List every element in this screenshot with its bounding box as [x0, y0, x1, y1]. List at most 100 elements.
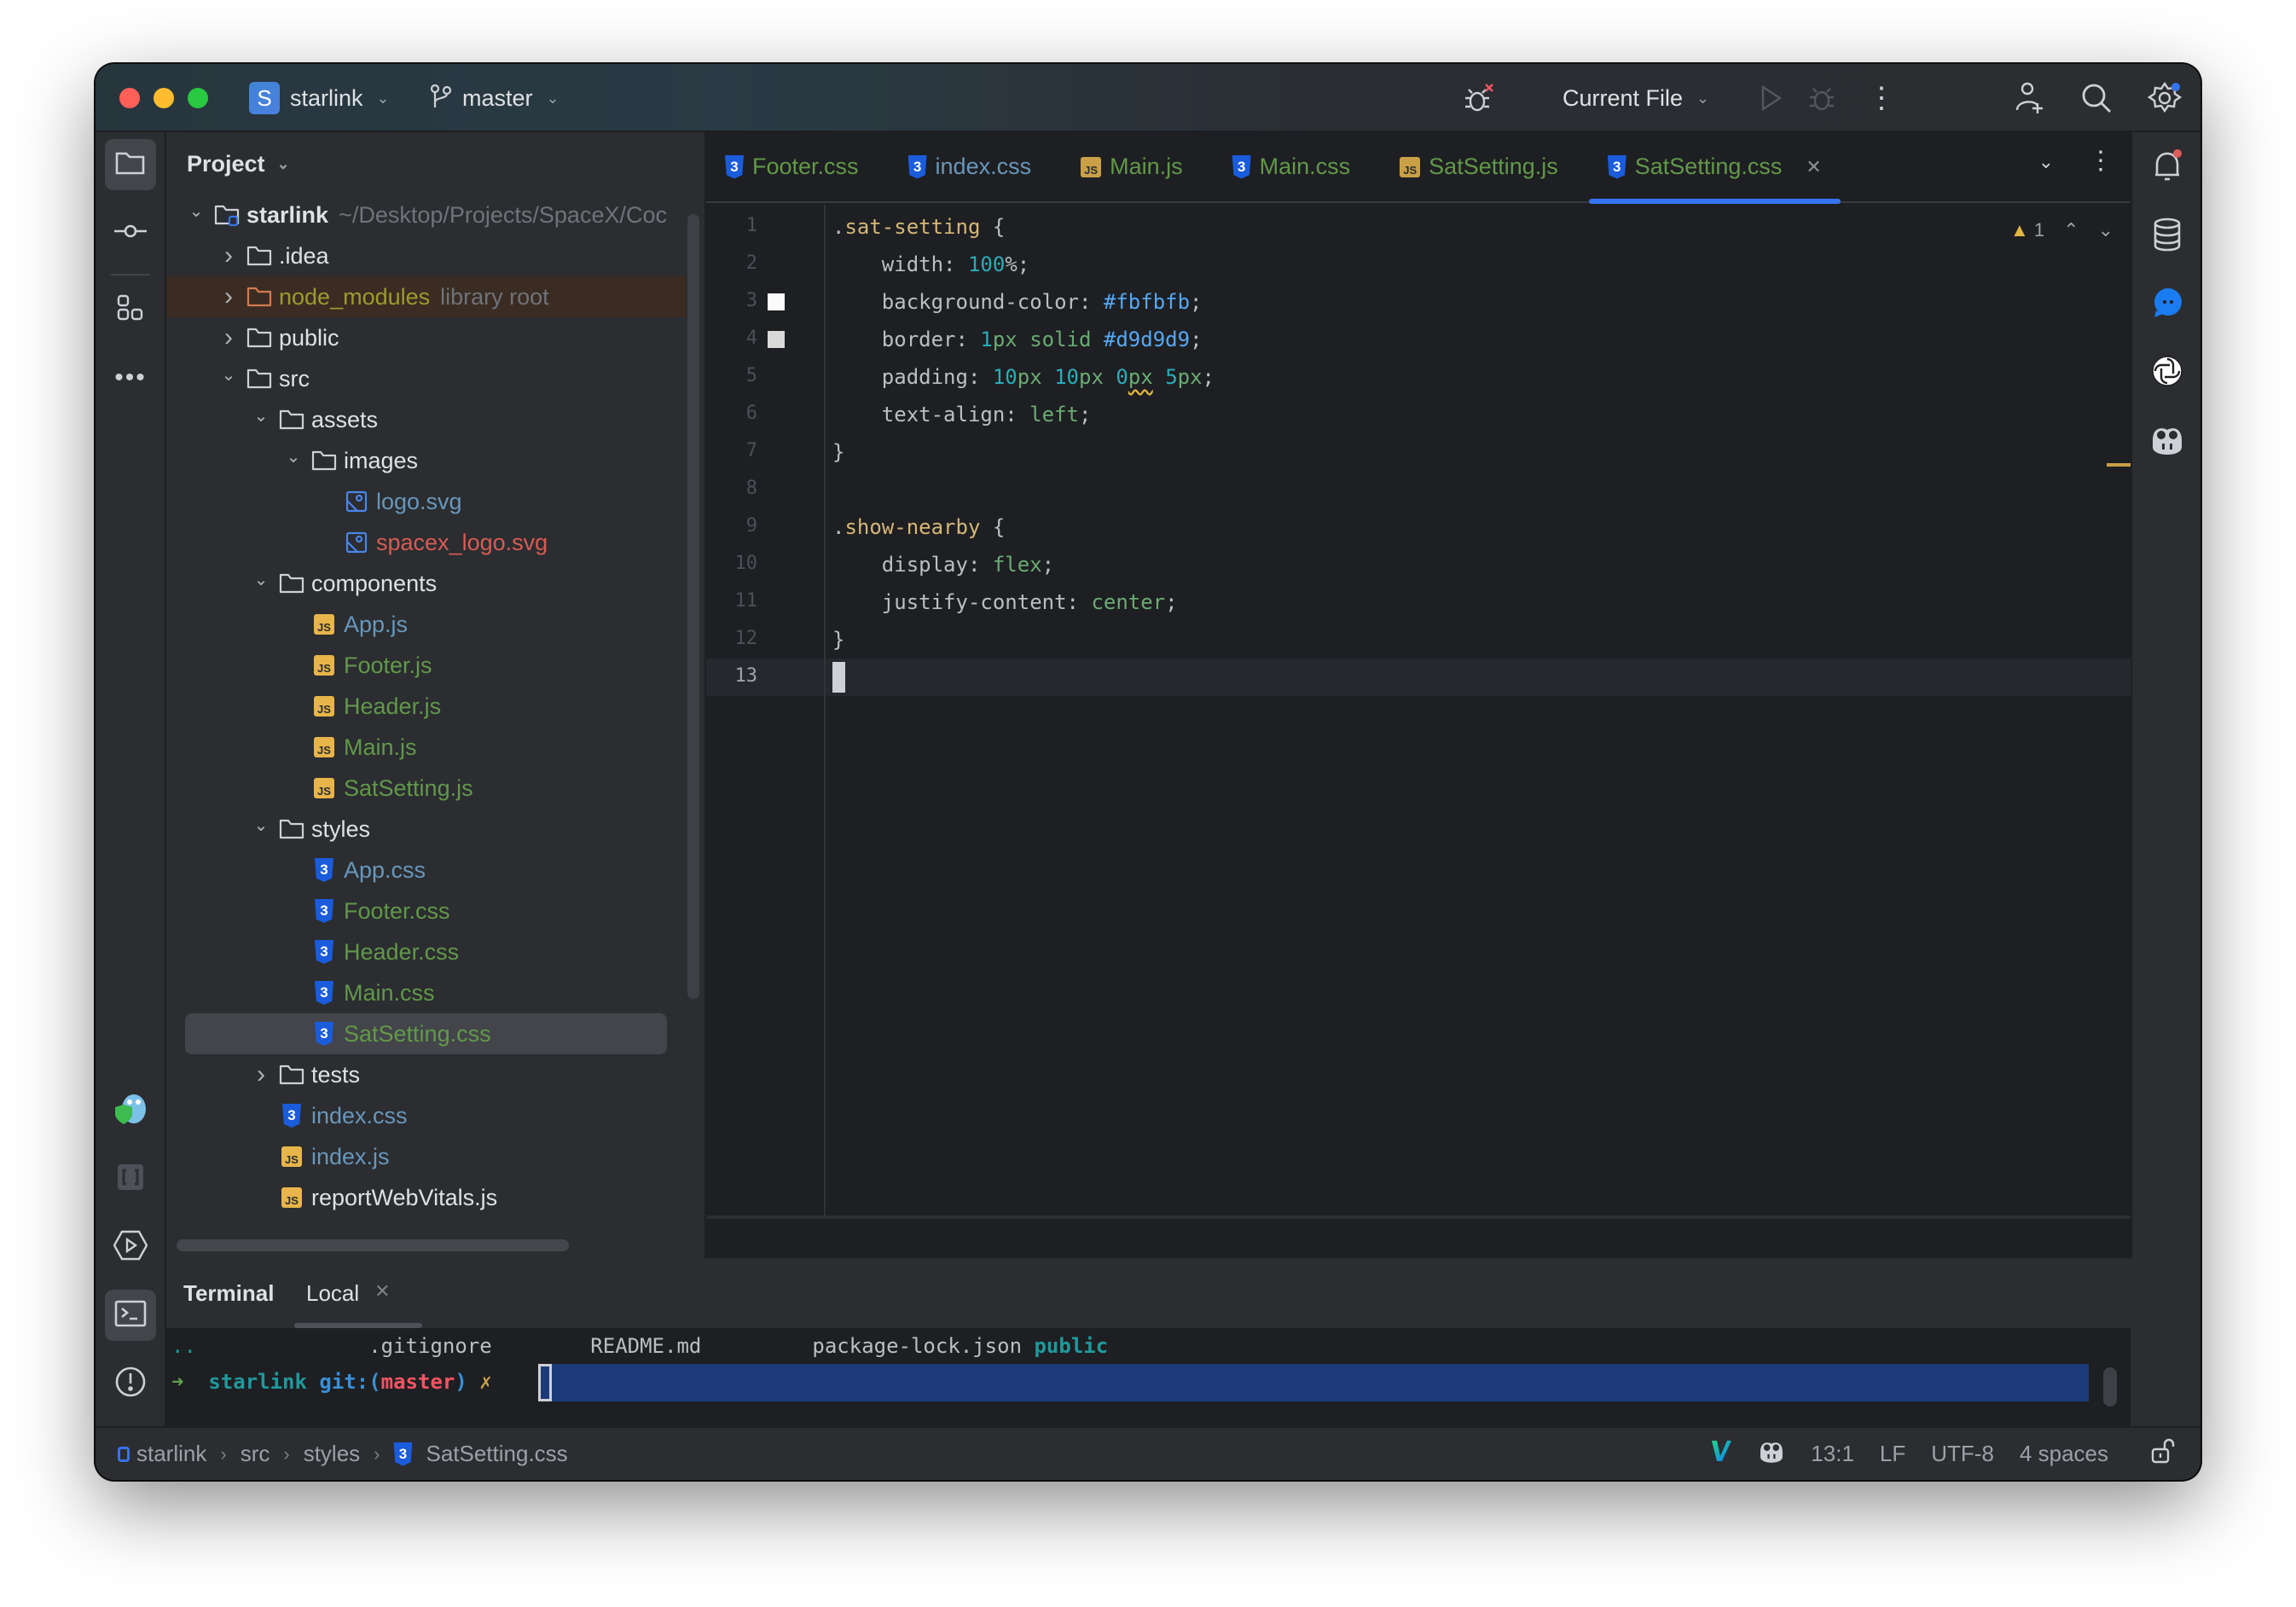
tree-item[interactable]: 3 index.css	[166, 1095, 686, 1136]
tree-item[interactable]: JS Header.js	[166, 686, 686, 727]
add-user-icon[interactable]	[2011, 79, 2049, 117]
breadcrumb-item[interactable]: starlink	[136, 1441, 206, 1467]
problems-tool-button[interactable]	[105, 1358, 156, 1409]
show-hidden-tabs-icon[interactable]: ⌄	[2038, 151, 2054, 176]
run-icon[interactable]	[1752, 79, 1789, 117]
vim-plugin-icon[interactable]	[1710, 1439, 1732, 1469]
database-button[interactable]	[2142, 211, 2193, 262]
editor-tab[interactable]: 3 index.css	[890, 131, 1051, 202]
chevron-down-icon[interactable]: ⌄	[284, 446, 303, 467]
code-editor[interactable]: .sat-setting { width: 100%; background-c…	[826, 205, 2131, 1215]
chevron-down-icon[interactable]: ⌄	[219, 364, 238, 386]
unlock-icon[interactable]	[2151, 1438, 2175, 1470]
tree-item[interactable]: JS index.js	[166, 1136, 686, 1177]
close-tab-icon[interactable]: ✕	[1806, 156, 1821, 178]
tree-item[interactable]: ⌄ starlink ~/Desktop/Projects/SpaceX/Coc	[166, 194, 686, 235]
tree-item[interactable]: ⌄ images	[166, 440, 686, 481]
close-tab-icon[interactable]: ✕	[374, 1280, 390, 1307]
editor-tab[interactable]: 3 Footer.css	[706, 131, 878, 202]
line-ending[interactable]: LF	[1880, 1441, 1905, 1467]
breadcrumb-item[interactable]: src	[241, 1441, 270, 1467]
minimize-window-button[interactable]	[154, 88, 174, 108]
openai-assistant-button[interactable]	[2142, 347, 2193, 398]
project-switcher[interactable]: S starlink ⌄	[249, 81, 390, 115]
terminal-scrollbar[interactable]	[2103, 1367, 2117, 1407]
project-panel-header[interactable]: Project ⌄	[187, 151, 290, 177]
inspection-widget[interactable]: ▲ 1 ⌃ ⌄	[2010, 219, 2113, 241]
search-icon[interactable]	[2078, 79, 2115, 117]
tree-item[interactable]: JS Footer.js	[166, 645, 686, 686]
project-tool-button[interactable]	[105, 139, 156, 190]
run-configuration-selector[interactable]: Current File ⌄	[1563, 81, 1709, 115]
tab-actions-icon[interactable]: ⋮	[2088, 146, 2113, 176]
chat-assistant-button[interactable]	[2142, 279, 2193, 330]
tree-item[interactable]: JS Main.js	[166, 727, 686, 768]
json-tool-button[interactable]	[105, 1153, 156, 1204]
tree-item[interactable]: ⌄ src	[166, 358, 686, 399]
tree-item[interactable]: 3 Main.css	[166, 972, 686, 1013]
css-file-icon: 3	[1232, 154, 1251, 179]
tree-item[interactable]: ⌄ styles	[166, 809, 686, 850]
tree-item[interactable]: spacex_logo.svg	[166, 522, 686, 563]
chevron-right-icon[interactable]: ›	[219, 241, 238, 270]
image-file-icon	[344, 489, 369, 514]
terminal-tool-button[interactable]	[105, 1290, 156, 1341]
editor-tab[interactable]: 3 SatSetting.css ✕	[1588, 131, 1841, 204]
code-token: ;	[1078, 403, 1092, 426]
previous-highlight-icon[interactable]: ⌃	[2063, 219, 2079, 241]
editor-tab[interactable]: JS SatSetting.js	[1381, 131, 1577, 202]
tree-item[interactable]: ⌄ components	[166, 563, 686, 604]
more-actions-icon[interactable]: ⋮	[1863, 79, 1900, 117]
debug-icon[interactable]	[1803, 79, 1841, 117]
copilot-status-icon[interactable]	[1758, 1438, 1785, 1470]
copilot-button[interactable]	[2142, 415, 2193, 467]
color-swatch[interactable]	[768, 331, 785, 348]
notifications-button[interactable]	[2142, 142, 2193, 194]
indent-setting[interactable]: 4 spaces	[2020, 1441, 2108, 1467]
caret-position[interactable]: 13:1	[1811, 1441, 1854, 1467]
branch-switcher[interactable]: master ⌄	[430, 81, 560, 115]
close-window-button[interactable]	[119, 88, 140, 108]
chevron-right-icon[interactable]: ›	[219, 282, 238, 311]
gopher-plugin-button[interactable]	[105, 1085, 156, 1136]
chevron-down-icon[interactable]: ⌄	[252, 569, 270, 590]
tree-horizontal-scrollbar[interactable]	[177, 1239, 569, 1251]
tree-item[interactable]: 3 SatSetting.css	[185, 1013, 667, 1054]
terminal-tab-local[interactable]: Local ✕	[306, 1280, 391, 1307]
tree-item[interactable]: 3 App.css	[166, 850, 686, 891]
commit-tool-button[interactable]	[105, 207, 156, 258]
editor-tab[interactable]: JS Main.js	[1062, 131, 1202, 202]
breadcrumb-item[interactable]: SatSetting.css	[426, 1441, 567, 1467]
structure-tool-button[interactable]	[105, 284, 156, 335]
chevron-right-icon[interactable]: ›	[219, 323, 238, 352]
chevron-down-icon[interactable]: ⌄	[252, 405, 270, 426]
next-highlight-icon[interactable]: ⌄	[2098, 219, 2113, 241]
chevron-down-icon[interactable]: ⌄	[187, 200, 206, 222]
more-tools-icon[interactable]: •••	[105, 352, 156, 403]
file-encoding[interactable]: UTF-8	[1931, 1441, 1994, 1467]
tree-item[interactable]: JS reportWebVitals.js	[166, 1177, 686, 1218]
tree-item[interactable]: JS SatSetting.js	[166, 768, 686, 809]
tree-item[interactable]: › .idea	[166, 235, 686, 276]
breadcrumb-item[interactable]: styles	[304, 1441, 360, 1467]
tree-item[interactable]: › public	[166, 317, 686, 358]
chevron-down-icon[interactable]: ⌄	[252, 815, 270, 836]
brackets-icon	[117, 1163, 144, 1195]
debug-error-icon[interactable]	[1460, 79, 1498, 117]
tree-item[interactable]: ⌄ assets	[166, 399, 686, 440]
settings-gear-icon[interactable]	[2146, 79, 2183, 117]
tree-item[interactable]: 3 Header.css	[166, 931, 686, 972]
tree-item[interactable]: logo.svg	[166, 481, 686, 522]
tree-item[interactable]: 3 Footer.css	[166, 891, 686, 931]
chevron-right-icon[interactable]: ›	[252, 1060, 270, 1089]
maximize-window-button[interactable]	[188, 88, 208, 108]
tree-item[interactable]: › tests	[166, 1054, 686, 1095]
warning-stripe-marker[interactable]	[2107, 463, 2131, 467]
terminal-input[interactable]	[538, 1364, 2089, 1401]
editor-tab[interactable]: 3 Main.css	[1214, 131, 1370, 202]
tree-item[interactable]: JS App.js	[166, 604, 686, 645]
tree-vertical-scrollbar[interactable]	[687, 214, 699, 999]
color-swatch[interactable]	[768, 293, 785, 310]
services-tool-button[interactable]	[105, 1221, 156, 1273]
tree-item[interactable]: › node_modules library root	[166, 276, 686, 317]
